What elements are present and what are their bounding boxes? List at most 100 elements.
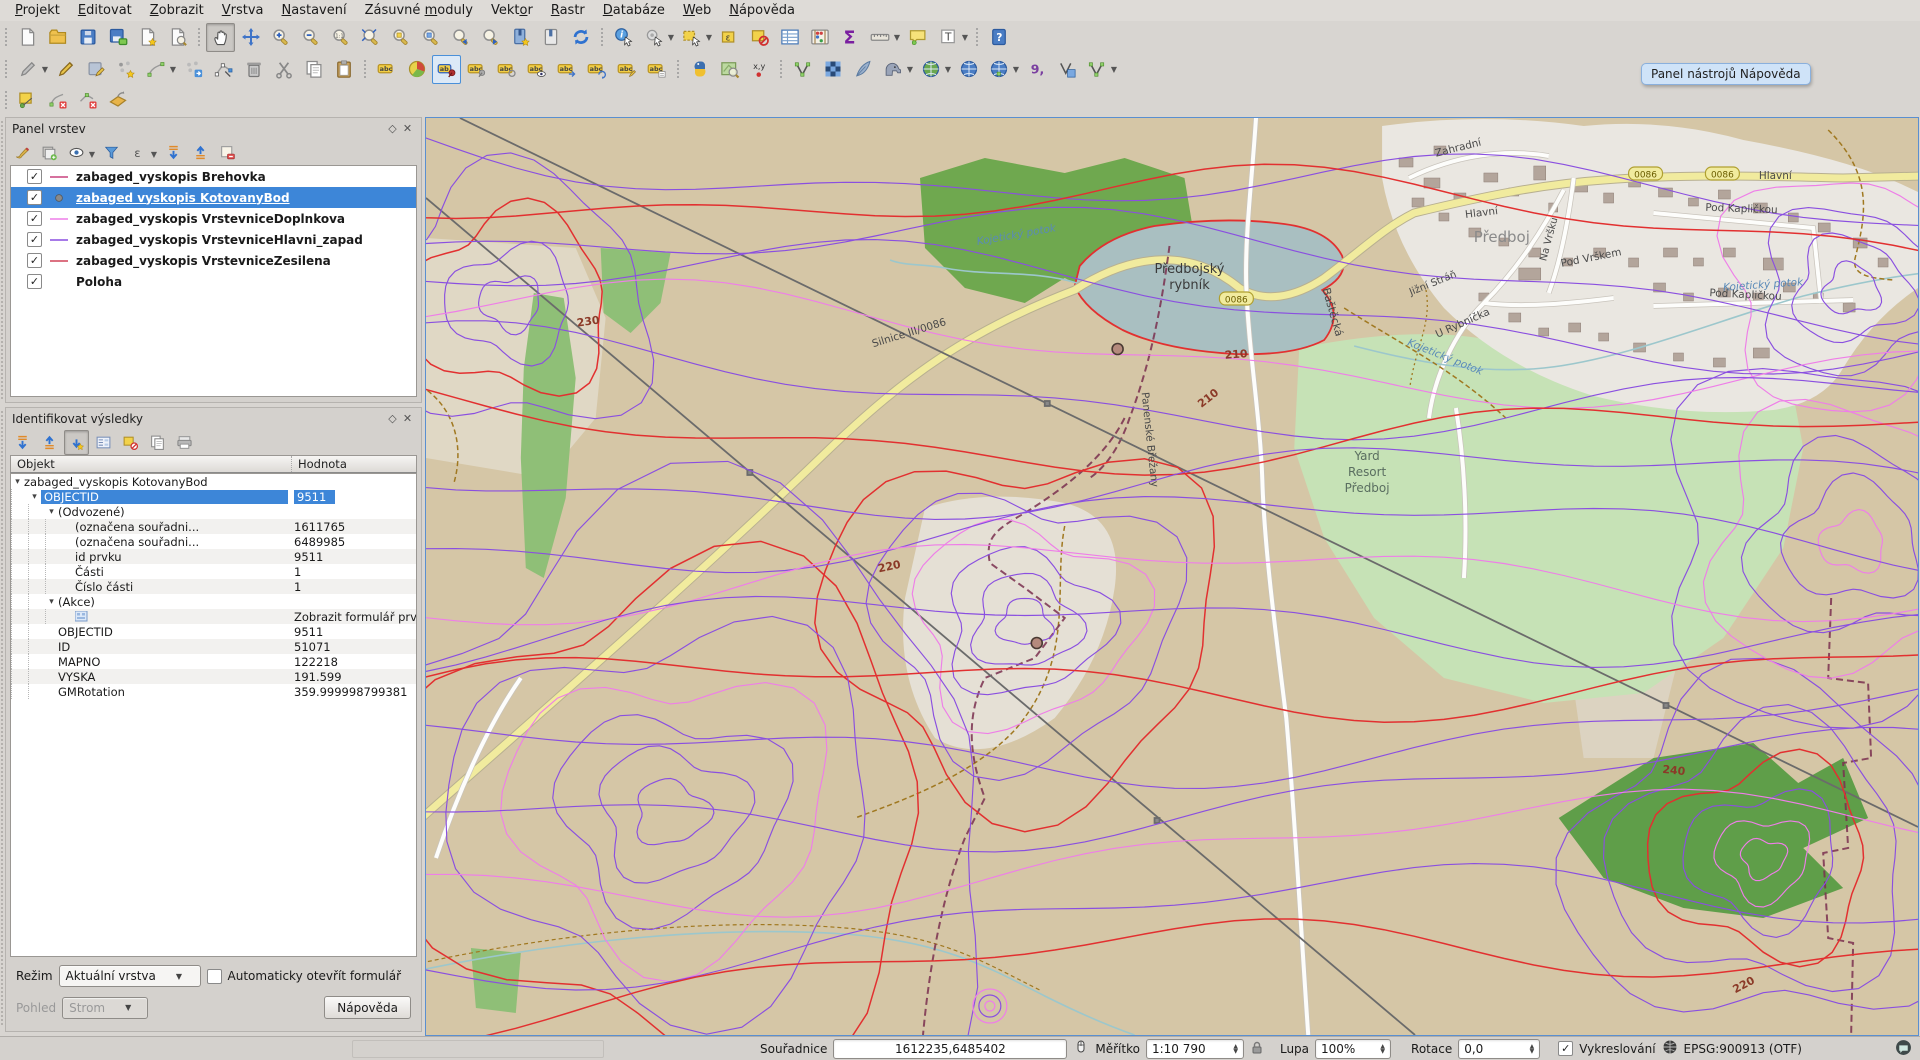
refresh-map-button[interactable] (566, 23, 595, 52)
select-by-expression-button[interactable]: ε (715, 23, 744, 52)
delete-ring-button[interactable] (43, 86, 72, 115)
lock-icon[interactable] (1250, 1040, 1264, 1058)
menu-vektor[interactable]: Vektor (482, 1, 542, 20)
open-layer-styling-button[interactable] (10, 140, 35, 165)
auto-open-checkbox[interactable] (207, 969, 222, 984)
text-annotation-button[interactable]: T▼ (933, 23, 962, 52)
delete-part-button[interactable] (73, 86, 102, 115)
identify-row[interactable]: VYSKA191.599 (11, 669, 416, 684)
menu-nastaven-[interactable]: Nastavení (273, 1, 356, 20)
toolbar-handle[interactable] (674, 58, 682, 80)
layer-item[interactable]: ✓zabaged_vyskopis VrstevniceHlavni_zapad (11, 229, 416, 250)
expand-all-button[interactable] (161, 140, 186, 165)
pin-unpin-labels-button[interactable]: abc (462, 55, 491, 84)
new-bookmark-button[interactable] (506, 23, 535, 52)
change-label-button[interactable]: abc (612, 55, 641, 84)
node-curve-button[interactable]: ▼ (141, 55, 170, 84)
form-view-button[interactable] (91, 430, 116, 455)
identify-row[interactable]: id prvku9511 (11, 549, 416, 564)
toolbar-handle[interactable] (195, 26, 203, 48)
expand-tree-button[interactable] (10, 430, 35, 455)
menu-n-pov-da[interactable]: Nápověda (720, 1, 804, 20)
move-label-button[interactable]: abc (552, 55, 581, 84)
toolbar-handle[interactable] (2, 89, 10, 111)
toolbar-handle[interactable] (777, 58, 785, 80)
toolbar-handle[interactable] (2, 58, 10, 80)
node-tool-button[interactable] (209, 55, 238, 84)
close-panel-icon[interactable]: ✕ (400, 121, 415, 136)
layer-diagram-button[interactable] (402, 55, 431, 84)
toolbar-handle[interactable] (361, 58, 369, 80)
statistics-summary-button[interactable]: Σ (835, 23, 864, 52)
new-project-button[interactable] (13, 23, 42, 52)
open-project-button[interactable] (43, 23, 72, 52)
current-edits-button[interactable]: ▼ (13, 55, 42, 84)
pan-map-button[interactable] (206, 23, 235, 52)
identify-row[interactable]: Části1 (11, 564, 416, 579)
collapse-all-button[interactable] (188, 140, 213, 165)
identify-row[interactable]: Číslo části1 (11, 579, 416, 594)
help-contents-button[interactable]: ? (984, 23, 1013, 52)
deselect-all-button[interactable] (745, 23, 774, 52)
identify-row[interactable]: (označena souřadni...1611765 (11, 519, 416, 534)
column-objekt[interactable]: Objekt (11, 456, 292, 472)
paste-features-button[interactable] (329, 55, 358, 84)
layer-checkbox[interactable]: ✓ (27, 211, 42, 226)
vector-nodes-button[interactable]: ▼ (1082, 55, 1111, 84)
zoom-in-button[interactable] (266, 23, 295, 52)
cut-features-button[interactable] (269, 55, 298, 84)
manage-themes-button[interactable]: ▼ (64, 140, 89, 165)
zoom-to-selection-button[interactable] (386, 23, 415, 52)
collapse-tree-button[interactable] (37, 430, 62, 455)
postgis-elephant-button[interactable]: ▼ (878, 55, 907, 84)
new-composer-button[interactable] (133, 23, 162, 52)
rotation-spinbox[interactable]: 0,0 ▲▼ (1458, 1039, 1540, 1059)
menu-editovat[interactable]: Editovat (69, 1, 141, 20)
zoom-out-button[interactable] (296, 23, 325, 52)
identify-row[interactable]: ▾zabaged_vyskopis KotovanyBod (11, 474, 416, 489)
show-bookmarks-button[interactable] (536, 23, 565, 52)
identify-features-button[interactable]: i (609, 23, 638, 52)
zoom-last-button[interactable] (446, 23, 475, 52)
add-feature-button[interactable] (111, 55, 140, 84)
save-layer-edits-button[interactable] (81, 55, 110, 84)
copy-features-button[interactable] (299, 55, 328, 84)
highlight-labels-button[interactable]: abc (492, 55, 521, 84)
filter-legend-button[interactable] (99, 140, 124, 165)
expand-new-results-button[interactable] (64, 430, 89, 455)
layer-item[interactable]: ✓zabaged_vyskopis VrstevniceZesilena (11, 250, 416, 271)
menu-z-suvn-moduly[interactable]: Zásuvné moduly (356, 1, 482, 20)
menu-web[interactable]: Web (674, 1, 720, 20)
web-globe-button[interactable] (954, 55, 983, 84)
zoom-full-button[interactable] (356, 23, 385, 52)
menu-rastr[interactable]: Rastr (542, 1, 594, 20)
identify-row[interactable]: (označena souřadni...6489985 (11, 534, 416, 549)
globe-vector-button[interactable]: ▼ (984, 55, 1013, 84)
topology-checker-button[interactable] (788, 55, 817, 84)
layer-labeling-button[interactable]: abc (372, 55, 401, 84)
render-checkbox[interactable]: ✓ (1558, 1041, 1573, 1056)
save-project-button[interactable] (73, 23, 102, 52)
identify-row[interactable]: MAPNO122218 (11, 654, 416, 669)
print-response-button[interactable] (172, 430, 197, 455)
identify-row[interactable]: OBJECTID9511 (11, 624, 416, 639)
copy-feature-button[interactable] (145, 430, 170, 455)
menu-zobrazit[interactable]: Zobrazit (141, 1, 213, 20)
expression-comma-button[interactable]: 9, (1022, 55, 1051, 84)
remove-layer-button[interactable] (215, 140, 240, 165)
crs-globe-icon[interactable] (1662, 1039, 1678, 1058)
field-calculator-button[interactable] (805, 23, 834, 52)
scale-combo[interactable]: 1:10 790 ▲▼ (1146, 1039, 1244, 1059)
run-feature-action-button[interactable]: ▼ (639, 23, 668, 52)
toggle-editing-button[interactable] (51, 55, 80, 84)
layer-checkbox[interactable]: ✓ (27, 169, 42, 184)
select-features-button[interactable]: ▼ (677, 23, 706, 52)
show-hide-labels-button[interactable]: abc (522, 55, 551, 84)
spatialite-quill-button[interactable] (848, 55, 877, 84)
extents-icon[interactable] (1073, 1039, 1089, 1058)
toolbar-handle[interactable] (973, 26, 981, 48)
zoom-to-layer-button[interactable] (416, 23, 445, 52)
layer-item[interactable]: ✓zabaged_vyskopis VrstevniceDoplnkova (11, 208, 416, 229)
magnifier-spinbox[interactable]: 100% ▲▼ (1315, 1039, 1391, 1059)
zoom-next-button[interactable] (476, 23, 505, 52)
